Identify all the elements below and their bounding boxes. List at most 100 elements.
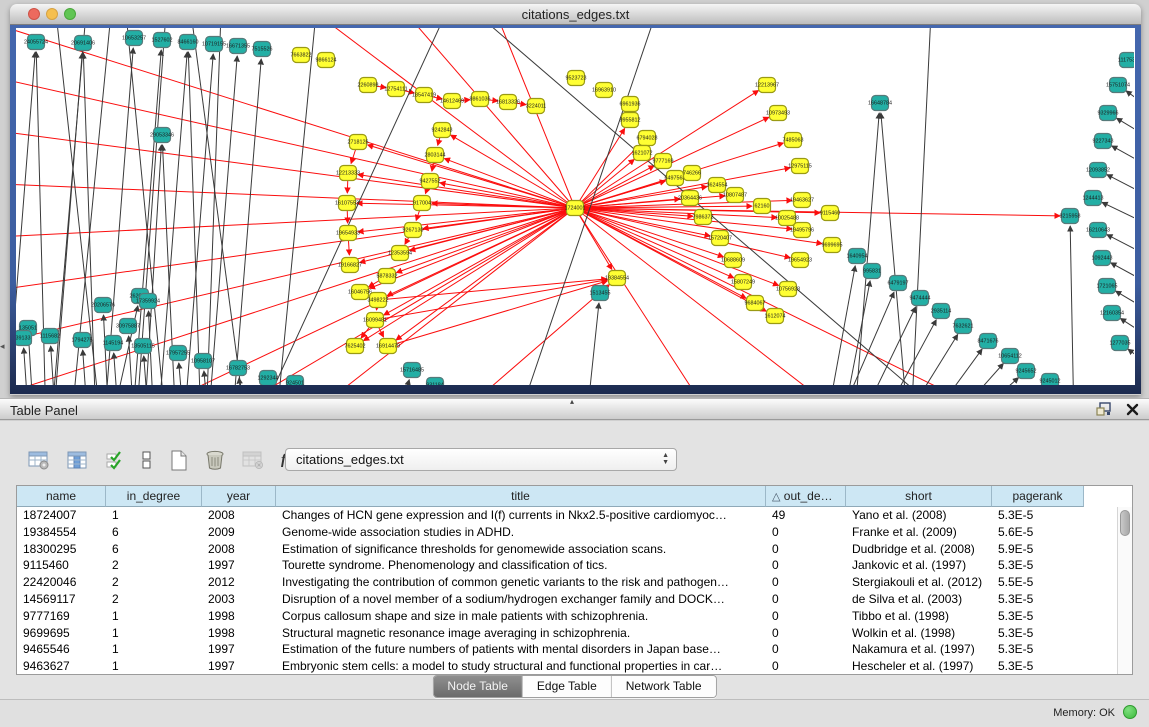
graph-node-16648784[interactable]: 16648784 bbox=[868, 96, 892, 111]
graph-node-20691406[interactable]: 20691406 bbox=[71, 36, 95, 51]
black-edge[interactable] bbox=[179, 363, 184, 385]
network-canvas[interactable]: 2405572420691406106532571527602846616010… bbox=[16, 28, 1135, 385]
table-row[interactable]: 1872400712008Changes of HCN gene express… bbox=[17, 507, 1132, 524]
red-edge[interactable] bbox=[410, 208, 575, 251]
graph-node-1527602[interactable]: 1527602 bbox=[152, 33, 173, 48]
graph-node-5878332[interactable]: 5878332 bbox=[377, 269, 398, 284]
graph-node-1612074[interactable]: 1612074 bbox=[765, 309, 786, 324]
graph-node-9242843[interactable]: 9242843 bbox=[432, 123, 453, 138]
red-edge[interactable] bbox=[575, 159, 634, 208]
graph-node-19463627[interactable]: 19463627 bbox=[790, 193, 814, 208]
graph-node-12213333[interactable]: 12213333 bbox=[336, 166, 360, 181]
graph-node-9861036[interactable]: 9861036 bbox=[470, 92, 491, 107]
graph-node-12093852[interactable]: 12093852 bbox=[1086, 163, 1110, 178]
black-edge[interactable] bbox=[948, 363, 1003, 385]
black-edge[interactable] bbox=[926, 349, 982, 385]
graph-node-19495796[interactable]: 19495796 bbox=[790, 223, 814, 238]
graph-node-6479197[interactable]: 6479197 bbox=[888, 276, 909, 291]
graph-node-10653257[interactable]: 10653257 bbox=[122, 31, 146, 46]
black-edge[interactable] bbox=[232, 59, 261, 385]
graph-node-9684067[interactable]: 9684067 bbox=[745, 296, 766, 311]
black-edge[interactable] bbox=[1117, 118, 1134, 148]
graph-node-19654933[interactable]: 19654933 bbox=[336, 226, 360, 241]
black-edge[interactable] bbox=[276, 28, 316, 385]
graph-node-6794028[interactable]: 6794028 bbox=[637, 131, 658, 146]
black-edge[interactable] bbox=[879, 320, 936, 385]
graph-node-16813326[interactable]: 16813326 bbox=[496, 95, 520, 110]
graph-node-3624554[interactable]: 3624554 bbox=[707, 178, 728, 193]
graph-node-1640954[interactable]: 1640954 bbox=[847, 249, 868, 264]
red-edge[interactable] bbox=[451, 135, 575, 208]
graph-node-1724001[interactable]: 1724001 bbox=[565, 201, 586, 216]
graph-node-9866124[interactable]: 9866124 bbox=[316, 53, 337, 68]
graph-node-10688609[interactable]: 10688609 bbox=[721, 253, 745, 268]
graph-node-1117534[interactable]: 1117534 bbox=[1118, 53, 1134, 68]
graph-node-917004[interactable]: 917004 bbox=[413, 196, 431, 211]
graph-node-2260898[interactable]: 2260898 bbox=[358, 78, 379, 93]
graph-node-16782753[interactable]: 16782753 bbox=[226, 361, 250, 376]
graph-node-995831[interactable]: 995831 bbox=[863, 264, 881, 279]
black-edge[interactable] bbox=[24, 348, 29, 385]
graph-node-20364436[interactable]: 20364436 bbox=[678, 191, 702, 206]
graph-node-6961936[interactable]: 6961936 bbox=[620, 97, 641, 112]
graph-node-12160354[interactable]: 12160354 bbox=[1100, 306, 1124, 321]
graph-node-1721065[interactable]: 1721065 bbox=[1097, 279, 1118, 294]
graph-node-10756928[interactable]: 10756928 bbox=[776, 282, 800, 297]
graph-node-746266[interactable]: 746266 bbox=[683, 166, 701, 181]
graph-node-8471676[interactable]: 8471676 bbox=[978, 334, 999, 349]
red-edge[interactable] bbox=[316, 28, 575, 208]
graph-node-3224011[interactable]: 3224011 bbox=[526, 99, 547, 114]
graph-node-19654923[interactable]: 19654923 bbox=[788, 253, 812, 268]
black-edge[interactable] bbox=[901, 334, 958, 385]
table-row[interactable]: 977716911998Corpus callosum shape and si… bbox=[17, 608, 1132, 625]
graph-node-12353594[interactable]: 12353594 bbox=[388, 246, 412, 261]
graph-node-7632621[interactable]: 7632621 bbox=[953, 319, 974, 334]
graph-node-1092443[interactable]: 1092443 bbox=[1092, 251, 1113, 266]
graph-node-10654112[interactable]: 10654112 bbox=[998, 349, 1022, 364]
graph-node-9699695[interactable]: 9699695 bbox=[822, 238, 843, 253]
table-row[interactable]: 946362711997Embryonic stem cells: a mode… bbox=[17, 658, 1132, 674]
graph-node-9474444[interactable]: 9474444 bbox=[910, 291, 931, 306]
graph-node-9955812[interactable]: 9955812 bbox=[620, 113, 641, 128]
red-edge[interactable] bbox=[375, 280, 607, 320]
black-edge[interactable] bbox=[188, 52, 201, 385]
red-edge[interactable] bbox=[388, 281, 607, 346]
graph-node-10958107[interactable]: 10958107 bbox=[191, 354, 215, 369]
graph-node-1794275[interactable]: 1794275 bbox=[72, 333, 93, 348]
graph-node-931184[interactable]: 931184 bbox=[426, 378, 444, 386]
black-edge[interactable] bbox=[56, 28, 101, 385]
black-edge[interactable] bbox=[396, 380, 409, 385]
black-edge[interactable] bbox=[1128, 349, 1134, 378]
import-table-icon[interactable] bbox=[242, 451, 264, 470]
black-edge[interactable] bbox=[586, 303, 599, 385]
graph-node-39133[interactable]: 39133 bbox=[16, 331, 32, 346]
graph-node-10719155[interactable]: 10719155 bbox=[202, 37, 226, 52]
table-row[interactable]: 911546021997Tourette syndrome. Phenomeno… bbox=[17, 557, 1132, 574]
graph-node-16671355[interactable]: 16671355 bbox=[226, 39, 250, 54]
black-edge[interactable] bbox=[1126, 91, 1134, 120]
graph-node-1277035[interactable]: 1277035 bbox=[1110, 336, 1131, 351]
graph-node-18547419[interactable]: 18547419 bbox=[412, 88, 436, 103]
red-edge[interactable] bbox=[16, 208, 575, 385]
graph-node-12213967[interactable]: 12213967 bbox=[755, 78, 779, 93]
black-edge[interactable] bbox=[206, 28, 221, 385]
column-header-short[interactable]: short bbox=[846, 486, 992, 507]
graph-node-10807487[interactable]: 10807487 bbox=[723, 188, 747, 203]
graph-node-8466160[interactable]: 8466160 bbox=[178, 35, 199, 50]
graph-node-19384554[interactable]: 19384554 bbox=[605, 271, 629, 286]
graph-node-15716485[interactable]: 15716485 bbox=[400, 363, 424, 378]
black-edge[interactable] bbox=[1112, 146, 1134, 176]
show-columns-icon[interactable] bbox=[67, 451, 88, 470]
graph-node-7663822[interactable]: 7663822 bbox=[291, 48, 312, 63]
black-edge[interactable] bbox=[136, 28, 166, 385]
delete-column-icon[interactable] bbox=[205, 450, 225, 471]
tab-node-table[interactable]: Node Table bbox=[433, 676, 523, 697]
graph-node-15720407[interactable]: 15720407 bbox=[708, 231, 732, 246]
graph-node-16099481[interactable]: 16099481 bbox=[363, 313, 387, 328]
graph-node-8215958[interactable]: 8215958 bbox=[1060, 209, 1081, 224]
black-edge[interactable] bbox=[158, 52, 187, 385]
black-edge[interactable] bbox=[1070, 226, 1074, 385]
row-format-icon[interactable] bbox=[141, 450, 153, 470]
black-edge[interactable] bbox=[911, 28, 931, 385]
graph-node-10973493[interactable]: 10973493 bbox=[766, 106, 790, 121]
